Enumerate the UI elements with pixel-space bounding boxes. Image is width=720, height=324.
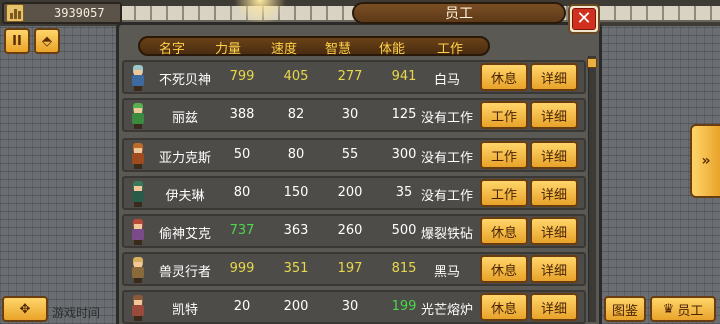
staff-wisdom: 30 bbox=[341, 107, 359, 122]
staff-row: 偷神艾克 737 363 260 500 爆裂铁砧 休息 详细 bbox=[122, 214, 586, 248]
map-icon: ⬘ bbox=[42, 33, 52, 49]
money-display: 3939057 bbox=[2, 2, 122, 24]
staff-row: 丽兹 388 82 30 125 没有工作 工作 详细 bbox=[122, 98, 586, 132]
staff-power: 799 bbox=[229, 69, 255, 84]
dialog-title-text: 员工 bbox=[445, 6, 473, 22]
staff-avatar bbox=[130, 181, 146, 207]
staff-speed: 150 bbox=[283, 185, 309, 200]
scrollbar[interactable] bbox=[588, 56, 596, 322]
staff-power: 388 bbox=[229, 107, 255, 122]
staff-job: 爆裂铁砧 bbox=[420, 227, 473, 242]
rest-button[interactable]: 休息 bbox=[480, 217, 528, 245]
detail-button[interactable]: 详细 bbox=[530, 293, 578, 321]
gallery-button[interactable]: 图鉴 bbox=[604, 296, 646, 322]
detail-button[interactable]: 详细 bbox=[530, 101, 578, 129]
staff-power: 80 bbox=[233, 185, 251, 200]
staff-name: 丽兹 bbox=[171, 111, 198, 126]
detail-button[interactable]: 详细 bbox=[530, 179, 578, 207]
rest-button[interactable]: 休息 bbox=[480, 293, 528, 321]
staff-avatar bbox=[130, 65, 146, 91]
staff-wisdom: 55 bbox=[341, 147, 359, 162]
staff-speed: 82 bbox=[287, 107, 305, 122]
column-header-wisdom: 智慧 bbox=[324, 42, 351, 57]
staff-speed: 363 bbox=[283, 223, 309, 238]
move-button[interactable]: ✥ bbox=[2, 296, 48, 322]
staff-name: 亚力克斯 bbox=[158, 151, 211, 166]
column-header-name: 名字 bbox=[158, 42, 185, 57]
staff-wisdom: 260 bbox=[337, 223, 363, 238]
detail-button[interactable]: 详细 bbox=[530, 255, 578, 283]
column-header-power: 力量 bbox=[214, 42, 241, 57]
staff-wisdom: 200 bbox=[337, 185, 363, 200]
staff-avatar bbox=[130, 103, 146, 129]
staff-job: 黑马 bbox=[433, 265, 460, 280]
staff-name: 凯特 bbox=[171, 303, 198, 318]
staff-name: 不死贝神 bbox=[158, 73, 211, 88]
detail-button[interactable]: 详细 bbox=[530, 141, 578, 169]
staff-speed: 80 bbox=[287, 147, 305, 162]
column-header-speed: 速度 bbox=[270, 42, 297, 57]
pause-icon: II bbox=[12, 33, 22, 49]
rest-button[interactable]: 休息 bbox=[480, 255, 528, 283]
staff-speed: 200 bbox=[283, 299, 309, 314]
staff-avatar bbox=[130, 143, 146, 169]
crown-icon: ♛ bbox=[662, 301, 675, 317]
gallery-label: 图鉴 bbox=[611, 303, 638, 319]
staff-avatar bbox=[130, 257, 146, 283]
pause-button[interactable]: II bbox=[4, 28, 30, 54]
building-icon bbox=[6, 4, 24, 22]
dialog-title: 员工 bbox=[352, 2, 566, 24]
staff-name: 偷神艾克 bbox=[158, 227, 211, 242]
sun-glow bbox=[230, 0, 290, 22]
map-button[interactable]: ⬘ bbox=[34, 28, 60, 54]
work-button[interactable]: 工作 bbox=[480, 179, 528, 207]
scrollbar-thumb[interactable] bbox=[587, 58, 597, 68]
staff-avatar bbox=[130, 219, 146, 245]
expand-panel-button[interactable]: » bbox=[690, 124, 720, 198]
staff-wisdom: 277 bbox=[337, 69, 363, 84]
staff-job: 没有工作 bbox=[420, 111, 473, 126]
staff-job: 白马 bbox=[433, 73, 460, 88]
staff-wisdom: 30 bbox=[341, 299, 359, 314]
staff-name: 伊夫琳 bbox=[165, 189, 205, 204]
staff-avatar bbox=[130, 295, 146, 321]
game-time-hint: 游戏时间 bbox=[52, 306, 101, 320]
staff-power: 999 bbox=[229, 261, 255, 276]
detail-button[interactable]: 详细 bbox=[530, 217, 578, 245]
close-button[interactable]: ✕ bbox=[568, 4, 600, 34]
work-button[interactable]: 工作 bbox=[480, 101, 528, 129]
staff-row: 不死贝神 799 405 277 941 白马 休息 详细 bbox=[122, 60, 586, 94]
staff-row: 兽灵行者 999 351 197 815 黑马 休息 详细 bbox=[122, 252, 586, 286]
column-header-stamina: 体能 bbox=[378, 42, 405, 57]
money-value: 3939057 bbox=[54, 6, 105, 20]
staff-speed: 405 bbox=[283, 69, 309, 84]
staff-label: 员工 bbox=[677, 303, 704, 319]
rest-button[interactable]: 休息 bbox=[480, 63, 528, 91]
detail-button[interactable]: 详细 bbox=[530, 63, 578, 91]
staff-power: 20 bbox=[233, 299, 251, 314]
staff-name: 兽灵行者 bbox=[158, 265, 211, 280]
work-button[interactable]: 工作 bbox=[480, 141, 528, 169]
staff-power: 737 bbox=[229, 223, 255, 238]
close-icon: ✕ bbox=[572, 8, 596, 30]
staff-row: 凯特 20 200 30 199 光芒熔炉 休息 详细 bbox=[122, 290, 586, 324]
move-icon: ✥ bbox=[19, 301, 31, 317]
double-arrow-right-icon: » bbox=[701, 153, 711, 169]
staff-wisdom: 197 bbox=[337, 261, 363, 276]
column-header-job: 工作 bbox=[436, 42, 463, 57]
staff-job: 光芒熔炉 bbox=[420, 303, 473, 318]
staff-power: 50 bbox=[233, 147, 251, 162]
staff-row: 亚力克斯 50 80 55 300 没有工作 工作 详细 bbox=[122, 138, 586, 172]
staff-button[interactable]: ♛ 员工 bbox=[650, 296, 716, 322]
staff-row: 伊夫琳 80 150 200 35 没有工作 工作 详细 bbox=[122, 176, 586, 210]
staff-job: 没有工作 bbox=[420, 189, 473, 204]
staff-job: 没有工作 bbox=[420, 151, 473, 166]
staff-speed: 351 bbox=[283, 261, 309, 276]
